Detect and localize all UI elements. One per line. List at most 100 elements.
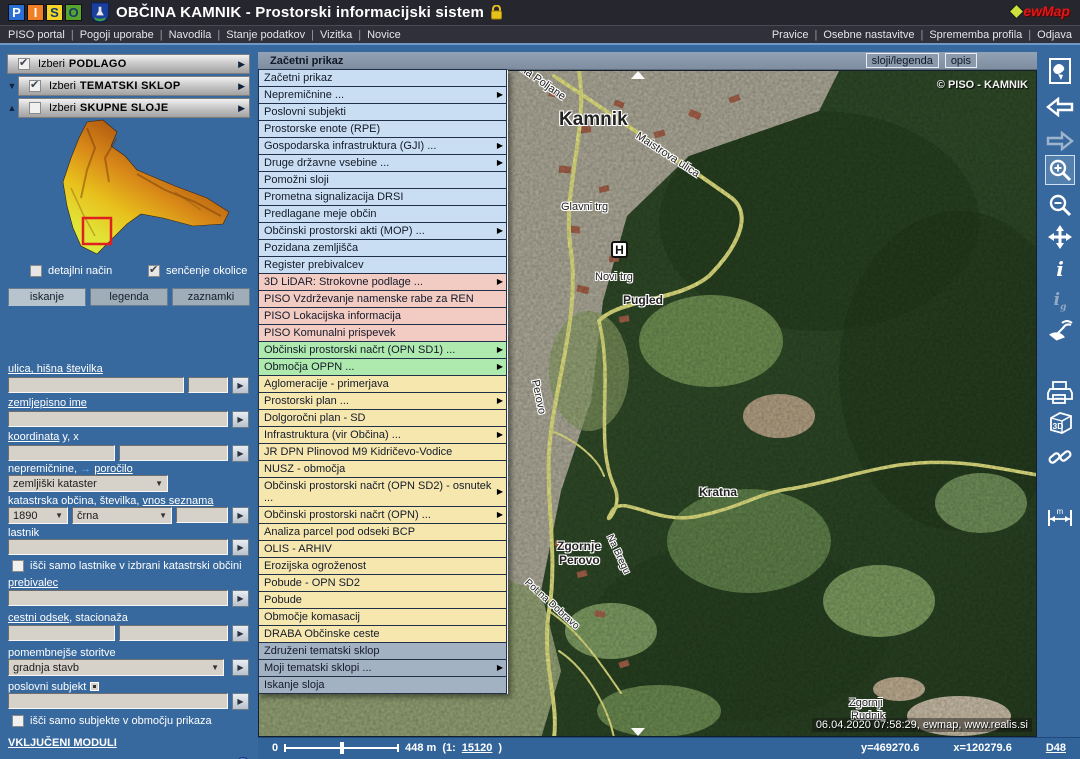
menu-item[interactable]: Občinski prostorski načrt (OPN SD1) ... (258, 341, 507, 359)
municipality-overview-map[interactable] (25, 118, 235, 266)
menu-item[interactable]: Pobude - OPN SD2 (258, 574, 507, 592)
road-section-link[interactable]: cestni odsek (8, 612, 69, 624)
street-search-label[interactable]: ulica, hišna številka (8, 363, 103, 375)
services-select[interactable]: gradnja stavb (8, 659, 224, 676)
house-number-input[interactable] (188, 377, 228, 393)
theme-menu-trigger[interactable]: Začetni prikaz (270, 55, 343, 67)
permalink-icon[interactable] (1045, 442, 1075, 472)
scale-line[interactable] (284, 742, 399, 754)
services-search-button[interactable]: ▶ (232, 659, 249, 676)
measure-icon[interactable]: m (1045, 502, 1075, 532)
account-nav-link[interactable]: Osebne nastavitve (823, 29, 929, 41)
print-icon[interactable] (1045, 378, 1075, 408)
menu-item[interactable]: Začetni prikaz (258, 69, 507, 87)
menu-item[interactable]: Občinski prostorski načrt (OPN) ... (258, 506, 507, 524)
history-forward-icon[interactable] (1045, 126, 1075, 156)
layer-section-header[interactable]: ▲ Izberi SKUPNE SLOJE ▶ (18, 98, 250, 118)
menu-item[interactable]: PISO Komunalni prispevek (258, 324, 507, 342)
map-top-button[interactable]: sloji/legenda (866, 53, 939, 68)
menu-item[interactable]: Iskanje sloja (258, 676, 507, 694)
menu-item[interactable]: Predlagane meje občin (258, 205, 507, 223)
placename-search-button[interactable]: ▶ (232, 411, 249, 428)
menu-item[interactable]: Register prebivalcev (258, 256, 507, 274)
report-link[interactable]: poročilo (94, 463, 133, 475)
section-checkbox[interactable] (29, 80, 41, 92)
menu-item[interactable]: Gospodarska infrastruktura (GJI) ... (258, 137, 507, 155)
top-nav-link[interactable]: Vizitka (320, 29, 367, 41)
3d-view-icon[interactable]: 3D (1045, 408, 1075, 438)
pan-icon[interactable] (1045, 222, 1075, 252)
menu-item[interactable]: Občinski prostorski akti (MOP) ... (258, 222, 507, 240)
menu-item[interactable]: Območja OPPN ... (258, 358, 507, 376)
business-input[interactable] (8, 693, 228, 709)
list-entry-link[interactable]: vnos seznama (143, 495, 214, 507)
coordinate-y-input[interactable] (8, 445, 115, 461)
coordinate-x-input[interactable] (119, 445, 228, 461)
resident-input[interactable] (8, 590, 228, 606)
road-section-input[interactable] (8, 625, 115, 641)
menu-item[interactable]: Pozidana zemljišča (258, 239, 507, 257)
business-info-icon[interactable] (90, 682, 99, 691)
menu-item[interactable]: Združeni tematski sklop (258, 642, 507, 660)
menu-item[interactable]: PISO Vzdrževanje namenske rabe za REN (258, 290, 507, 308)
parcel-number-input[interactable] (176, 507, 228, 523)
owner-input[interactable] (8, 539, 228, 555)
menu-item[interactable]: Območje komasacij (258, 608, 507, 626)
history-back-icon[interactable] (1045, 92, 1075, 122)
account-nav-link[interactable]: Pravice (772, 29, 824, 41)
menu-item[interactable]: Analiza parcel pod odseki BCP (258, 523, 507, 541)
overview-toggle[interactable]: senčenje okolice (148, 265, 247, 277)
street-input[interactable] (8, 377, 184, 393)
sidebar-tab[interactable]: legenda (90, 288, 168, 306)
section-checkbox[interactable] (18, 58, 30, 70)
top-nav-link[interactable]: Pogoji uporabe (80, 29, 169, 41)
menu-item[interactable]: NUSZ - območja (258, 460, 507, 478)
cadastral-number-select[interactable]: 1890 (8, 507, 68, 524)
collapse-triangle-icon[interactable]: ▲ (6, 103, 18, 113)
owner-filter-checkbox[interactable] (12, 560, 24, 572)
business-search-button[interactable]: ▶ (232, 693, 249, 710)
top-nav-link[interactable]: Stanje podatkov (226, 29, 320, 41)
owner-search-button[interactable]: ▶ (232, 539, 249, 556)
info-attributes-icon[interactable]: ig (1045, 286, 1075, 316)
datum-link[interactable]: D48 (1046, 742, 1066, 754)
road-search-button[interactable]: ▶ (232, 625, 249, 642)
menu-item[interactable]: Pobude (258, 591, 507, 609)
owner-filter-checkbox-row[interactable]: išči samo lastnike v izbrani katastrski … (12, 560, 242, 572)
menu-item[interactable]: 3D LiDAR: Strokovne podlage ... (258, 273, 507, 291)
zoom-out-icon[interactable] (1045, 190, 1075, 220)
toggle-checkbox[interactable] (148, 265, 160, 277)
account-nav-link[interactable]: Sprememba profila (929, 29, 1037, 41)
expand-arrow-icon[interactable]: ▶ (238, 59, 245, 70)
menu-item[interactable]: Občinski prostorski načrt (OPN SD2) - os… (258, 477, 507, 507)
menu-item[interactable]: Infrastruktura (vir Občina) ... (258, 426, 507, 444)
sidebar-tab[interactable]: iskanje (8, 288, 86, 306)
resident-label[interactable]: prebivalec (8, 577, 58, 589)
cadastral-search-button[interactable]: ▶ (232, 507, 249, 524)
resident-search-button[interactable]: ▶ (232, 590, 249, 607)
coordinate-search-button[interactable]: ▶ (232, 445, 249, 462)
placename-search-label[interactable]: zemljepisno ime (8, 397, 87, 409)
menu-item[interactable]: Aglomeracije - primerjava (258, 375, 507, 393)
expand-arrow-icon[interactable]: ▶ (238, 81, 245, 92)
business-filter-checkbox[interactable] (12, 715, 24, 727)
layer-section-header[interactable]: ▼ Izberi TEMATSKI SKLOP ▶ (18, 76, 250, 96)
menu-item[interactable]: Prostorski plan ... (258, 392, 507, 410)
menu-item[interactable]: Nepremičnine ... (258, 86, 507, 104)
menu-item[interactable]: PISO Lokacijska informacija (258, 307, 507, 325)
menu-item[interactable]: OLIS - ARHIV (258, 540, 507, 558)
menu-item[interactable]: Poslovni subjekti (258, 103, 507, 121)
layer-section-header[interactable]: Izberi PODLAGO ▶ (7, 54, 250, 74)
menu-item[interactable]: Prometna signalizacija DRSI (258, 188, 507, 206)
menu-item[interactable]: Pomožni sloji (258, 171, 507, 189)
gps-icon[interactable] (1045, 316, 1075, 346)
pan-up-arrow[interactable] (631, 71, 645, 79)
scale-ratio-link[interactable]: 15120 (462, 742, 493, 754)
menu-item[interactable]: Prostorske enote (RPE) (258, 120, 507, 138)
zoom-in-icon[interactable] (1045, 155, 1075, 185)
menu-item[interactable]: Moji tematski sklopi ... (258, 659, 507, 677)
overview-toggle[interactable]: detajlni način (30, 265, 112, 277)
coordinate-link[interactable]: koordinata (8, 431, 59, 443)
expand-arrow-icon[interactable]: ▶ (238, 103, 245, 114)
menu-item[interactable]: JR DPN Plinovod M9 Kidričevo-Vodice (258, 443, 507, 461)
